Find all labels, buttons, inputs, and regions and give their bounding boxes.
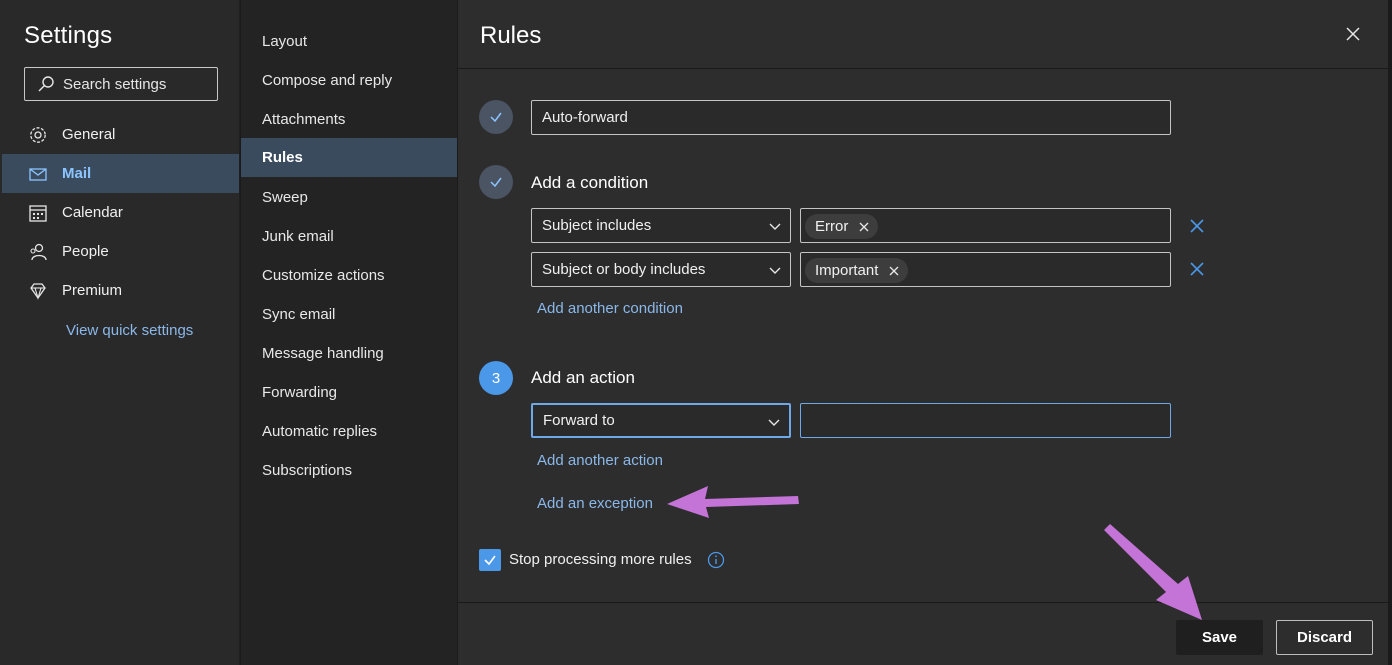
people-icon: [28, 242, 48, 262]
condition-2-chip: Important: [805, 258, 909, 283]
step-1-complete-indicator: [479, 100, 513, 134]
close-icon[interactable]: [1344, 25, 1362, 43]
annotation-arrow-save: [1104, 524, 1202, 620]
subnav-item-attachments[interactable]: Attachments: [241, 100, 457, 139]
search-icon: [38, 76, 54, 92]
subnav-item-sweep[interactable]: Sweep: [241, 178, 457, 217]
condition-2-field: Subject or body includes: [542, 261, 706, 278]
nav-label-general: General: [62, 126, 116, 143]
checkmark-icon: [484, 555, 496, 566]
condition-1-chip: Error: [805, 214, 879, 239]
chevron-down-icon: [769, 223, 781, 230]
nav-label-calendar: Calendar: [62, 204, 123, 221]
subnav-item-rules[interactable]: Rules: [241, 138, 457, 177]
add-another-condition-link[interactable]: Add another condition: [537, 300, 683, 317]
condition-1-value-field[interactable]: Error: [800, 208, 1171, 243]
condition-2-value-field[interactable]: Important: [800, 252, 1171, 287]
chip-remove-icon[interactable]: [858, 221, 870, 233]
checkmark-icon: [490, 112, 502, 123]
rules-panel-header: Rules: [458, 0, 1392, 69]
subnav-item-compose-and-reply[interactable]: Compose and reply: [241, 61, 457, 100]
forward-to-recipient-input[interactable]: [800, 403, 1171, 438]
add-condition-heading: Add a condition: [531, 173, 649, 192]
chip-label: Important: [815, 262, 879, 279]
subnav-item-automatic-replies[interactable]: Automatic replies: [241, 412, 457, 451]
step-3-indicator: 3: [479, 361, 513, 395]
save-button[interactable]: Save: [1176, 620, 1263, 655]
diamond-icon: [28, 281, 48, 301]
subnav-item-sync-email[interactable]: Sync email: [241, 295, 457, 334]
nav-item-premium[interactable]: Premium: [2, 271, 239, 310]
stop-processing-label: Stop processing more rules: [509, 551, 692, 568]
remove-condition-1-icon[interactable]: [1189, 218, 1205, 234]
add-another-action-link[interactable]: Add another action: [537, 452, 663, 469]
rule-name-input[interactable]: Auto-forward: [531, 100, 1171, 135]
condition-1-dropdown[interactable]: Subject includes: [531, 208, 791, 243]
nav-item-mail[interactable]: Mail: [2, 154, 239, 193]
chip-remove-icon[interactable]: [888, 265, 900, 277]
nav-item-general[interactable]: General: [2, 115, 239, 154]
add-exception-link[interactable]: Add an exception: [537, 495, 653, 512]
condition-1-field: Subject includes: [542, 217, 652, 234]
window-edge: [1388, 0, 1392, 665]
stop-processing-checkbox[interactable]: [479, 549, 501, 571]
remove-condition-2-icon[interactable]: [1189, 261, 1205, 277]
settings-title: Settings: [24, 22, 113, 49]
search-placeholder: Search settings: [63, 75, 167, 93]
nav-label-mail: Mail: [62, 165, 92, 182]
subnav-item-junk-email[interactable]: Junk email: [241, 217, 457, 256]
nav-item-calendar[interactable]: Calendar: [2, 193, 239, 232]
nav-item-people[interactable]: People: [2, 232, 239, 271]
subnav-item-message-handling[interactable]: Message handling: [241, 334, 457, 373]
search-settings-input[interactable]: Search settings: [24, 67, 218, 101]
calendar-icon: [28, 203, 48, 223]
annotation-arrow-exception: [667, 486, 799, 518]
action-dropdown[interactable]: Forward to: [531, 403, 791, 438]
nav-label-people: People: [62, 243, 109, 260]
step-2-complete-indicator: [479, 165, 513, 199]
mail-subnav: Layout Compose and reply Attachments Rul…: [241, 0, 457, 665]
nav-label-premium: Premium: [62, 282, 123, 299]
chevron-down-icon: [768, 419, 780, 426]
subnav-item-layout[interactable]: Layout: [241, 22, 457, 61]
chip-label: Error: [815, 218, 849, 235]
rules-title: Rules: [480, 22, 542, 49]
subnav-item-subscriptions[interactable]: Subscriptions: [241, 451, 457, 490]
settings-sidebar: Settings Search settings General Mail Ca…: [0, 0, 240, 665]
chevron-down-icon: [769, 267, 781, 274]
mail-icon: [28, 164, 48, 184]
view-quick-settings-link[interactable]: View quick settings: [66, 322, 193, 339]
add-action-heading: Add an action: [531, 368, 635, 387]
checkmark-icon: [490, 177, 502, 188]
action-field: Forward to: [543, 412, 615, 429]
gear-icon: [28, 125, 48, 145]
info-icon[interactable]: [707, 551, 725, 569]
condition-2-dropdown[interactable]: Subject or body includes: [531, 252, 791, 287]
subnav-item-customize-actions[interactable]: Customize actions: [241, 256, 457, 295]
subnav-item-forwarding[interactable]: Forwarding: [241, 373, 457, 412]
discard-button[interactable]: Discard: [1276, 620, 1373, 655]
